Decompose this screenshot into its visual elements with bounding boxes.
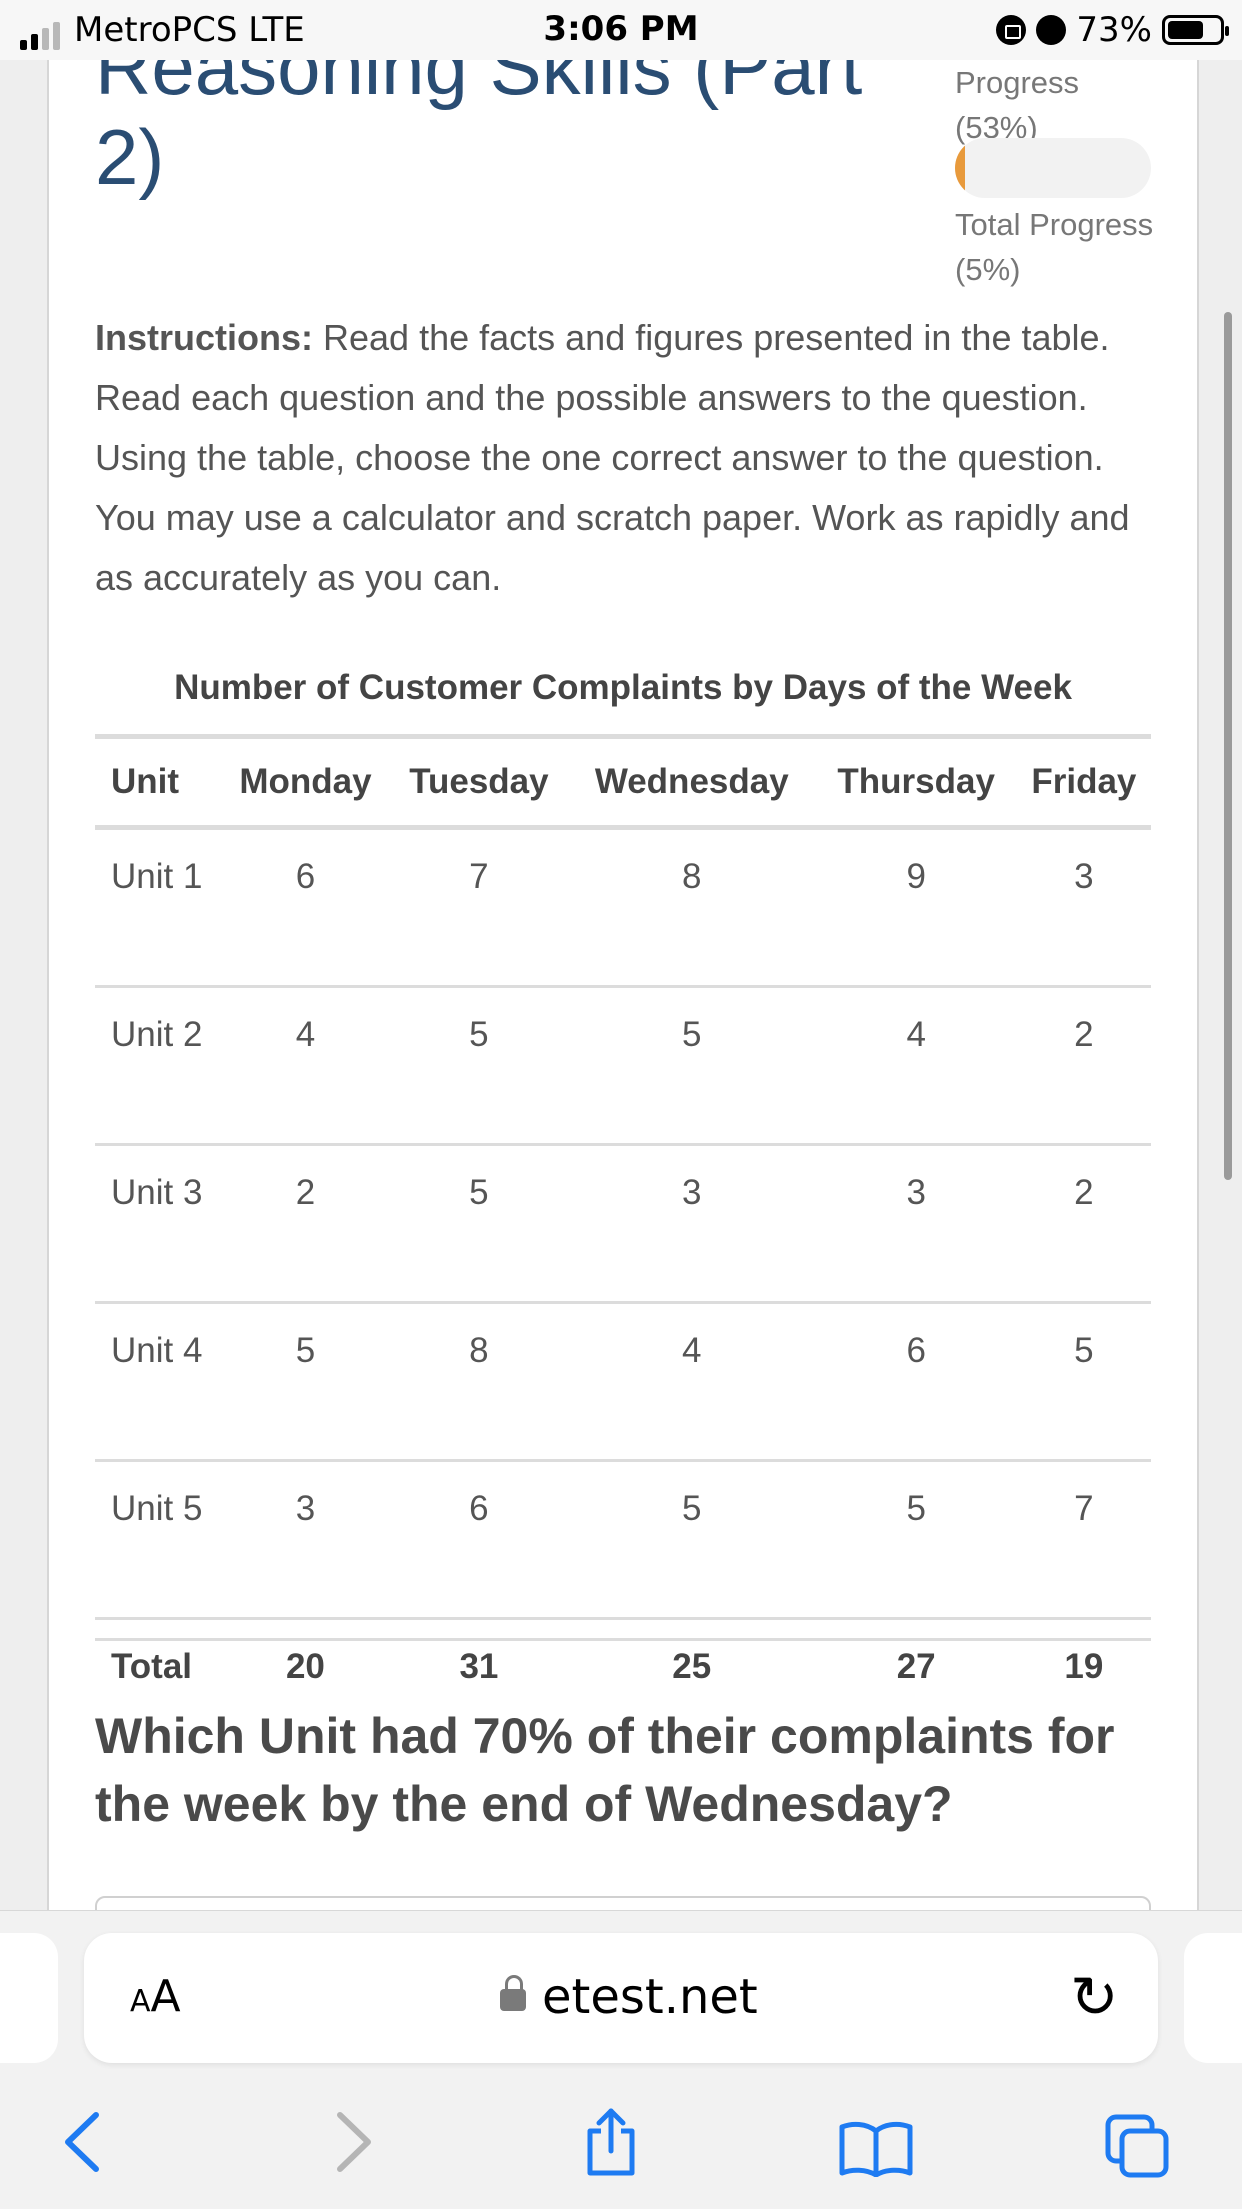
table-row: Unit 1 6 7 8 9 3 xyxy=(95,827,1151,988)
table-cell: 5 xyxy=(389,1144,568,1304)
previous-tab-peek[interactable] xyxy=(0,1933,58,2063)
browser-bottom-bar: AA etest.net ↻ xyxy=(0,1910,1242,2209)
table-cell: 5 xyxy=(1016,1302,1151,1462)
column-header-unit: Unit xyxy=(95,734,221,830)
scrollbar[interactable] xyxy=(1224,312,1232,1180)
reload-icon[interactable]: ↻ xyxy=(1070,1963,1119,2031)
lock-icon xyxy=(500,1975,526,2011)
table-cell: 5 xyxy=(221,1302,390,1462)
table-cell: 2 xyxy=(1016,1144,1151,1304)
total-progress-label: Total Progress (5%) xyxy=(955,207,1154,287)
table-header-row: Unit Monday Tuesday Wednesday Thursday F… xyxy=(95,734,1151,830)
table-caption: Number of Customer Complaints by Days of… xyxy=(174,668,1072,707)
table-cell: 3 xyxy=(1016,827,1151,988)
table-cell: 5 xyxy=(567,1460,816,1620)
table-row: Unit 5 3 6 5 5 7 xyxy=(95,1460,1151,1620)
instructions-text: Read the facts and figures presented in … xyxy=(95,317,1130,598)
back-chevron-icon[interactable] xyxy=(62,2111,102,2188)
column-header-friday: Friday xyxy=(1016,734,1151,830)
instructions: Instructions: Read the facts and figures… xyxy=(95,308,1155,608)
text-size-button[interactable]: AA xyxy=(130,1971,181,2022)
section-progress-label: Progress (53%) xyxy=(955,65,1080,145)
status-bar: MetroPCS LTE 3:06 PM 73% xyxy=(0,0,1242,60)
column-header-monday: Monday xyxy=(221,734,390,830)
table-cell: 4 xyxy=(221,986,390,1146)
tabs-icon[interactable] xyxy=(1104,2113,1170,2179)
share-icon[interactable] xyxy=(584,2107,638,2177)
column-header-thursday: Thursday xyxy=(815,734,1017,830)
test-content-card: Reasoning Skills (Part 2) Progress (53%) … xyxy=(47,60,1199,1910)
next-tab-peek[interactable] xyxy=(1184,1933,1242,2063)
alarm-icon xyxy=(1036,15,1067,45)
table-cell: 3 xyxy=(221,1460,390,1620)
table-cell: 7 xyxy=(389,827,568,988)
table-cell: 7 xyxy=(1016,1460,1151,1620)
section-divider xyxy=(95,1638,1151,1641)
table-row: Unit 3 2 5 3 3 2 xyxy=(95,1144,1151,1304)
battery-percent: 73% xyxy=(1076,10,1152,50)
column-header-wednesday: Wednesday xyxy=(567,734,816,830)
complaints-table: Unit Monday Tuesday Wednesday Thursday F… xyxy=(95,734,1151,1732)
row-label: Unit 3 xyxy=(95,1144,221,1304)
table-row: Unit 2 4 5 5 4 2 xyxy=(95,986,1151,1146)
table-cell: 6 xyxy=(221,827,390,988)
table-cell: 4 xyxy=(815,986,1017,1146)
table-cell: 6 xyxy=(389,1460,568,1620)
battery-icon xyxy=(1162,15,1229,45)
answer-option-box[interactable] xyxy=(95,1896,1151,1910)
table-cell: 3 xyxy=(567,1144,816,1304)
table-cell: 8 xyxy=(567,827,816,988)
table-cell: 5 xyxy=(389,986,568,1146)
row-label: Unit 1 xyxy=(95,827,221,988)
table-cell: 2 xyxy=(221,1144,390,1304)
page-title: Reasoning Skills (Part 2) xyxy=(95,60,863,201)
table-row: Unit 4 5 8 4 6 5 xyxy=(95,1302,1151,1462)
row-label: Unit 5 xyxy=(95,1460,221,1620)
table-cell: 5 xyxy=(815,1460,1017,1620)
table-cell: 2 xyxy=(1016,986,1151,1146)
status-right: 73% xyxy=(996,10,1229,50)
orientation-lock-icon xyxy=(996,15,1027,45)
table-cell: 4 xyxy=(567,1302,816,1462)
column-header-tuesday: Tuesday xyxy=(389,734,568,830)
forward-chevron-icon[interactable] xyxy=(334,2111,374,2188)
url-label[interactable]: etest.net xyxy=(542,1969,758,2025)
table-cell: 5 xyxy=(567,986,816,1146)
row-label: Unit 4 xyxy=(95,1302,221,1462)
table-cell: 6 xyxy=(815,1302,1017,1462)
table-cell: 8 xyxy=(389,1302,568,1462)
instructions-label: Instructions: xyxy=(95,317,314,358)
address-bar[interactable]: AA etest.net ↻ xyxy=(84,1933,1158,2063)
bookmarks-icon[interactable] xyxy=(838,2121,914,2178)
table-cell: 3 xyxy=(815,1144,1017,1304)
total-progress-bar xyxy=(955,138,1151,198)
table-cell: 9 xyxy=(815,827,1017,988)
question-text: Which Unit had 70% of their complaints f… xyxy=(95,1708,1115,1832)
row-label: Unit 2 xyxy=(95,986,221,1146)
